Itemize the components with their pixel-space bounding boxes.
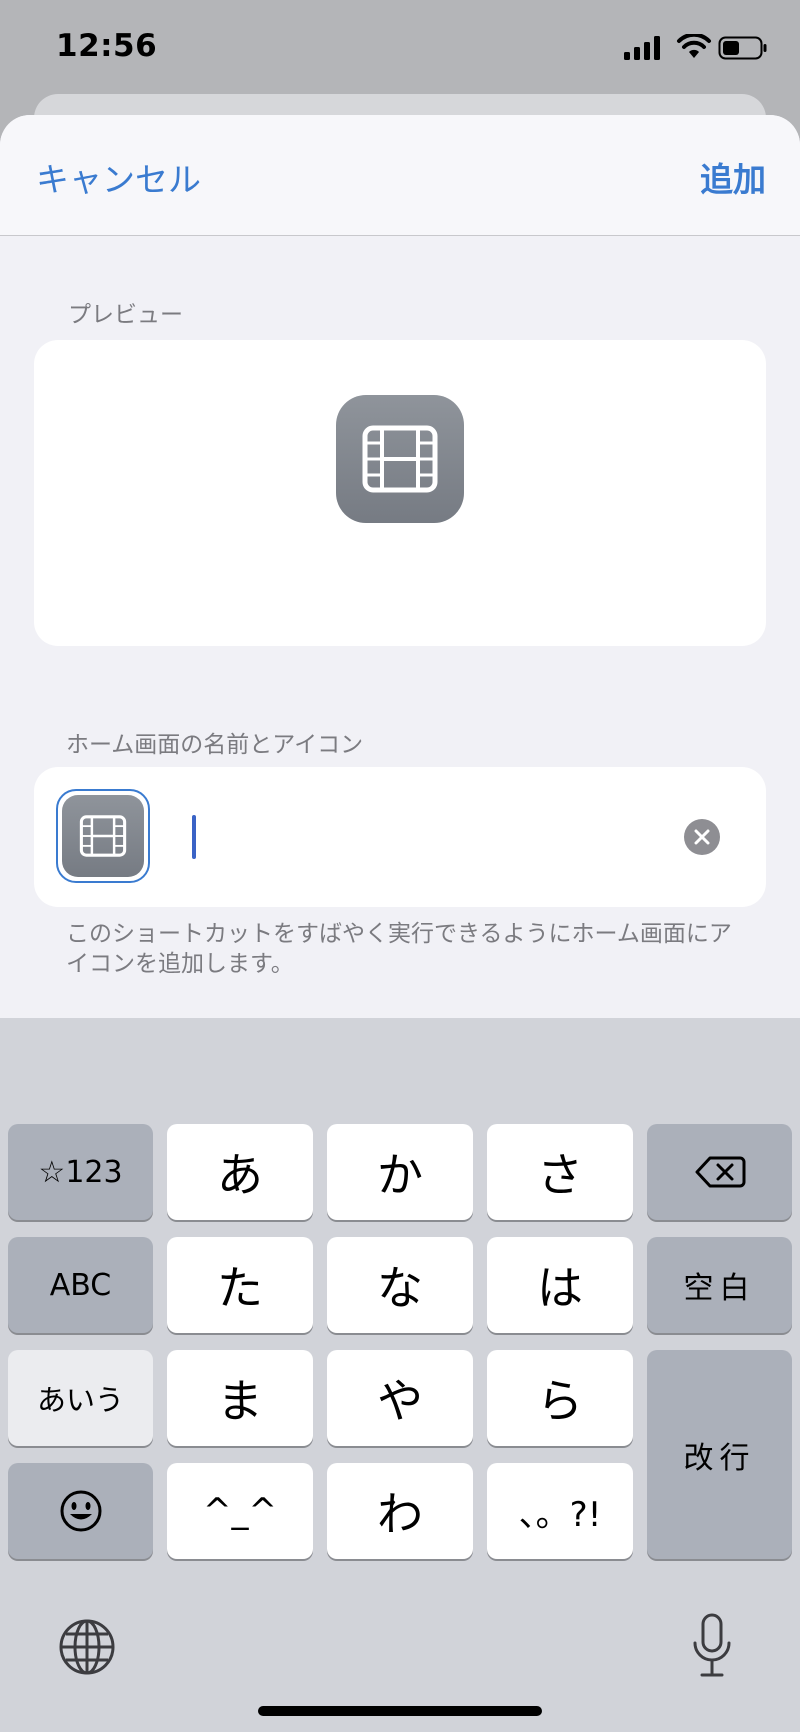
name-and-icon-section-label: ホーム画面の名前とアイコン <box>66 732 364 758</box>
text-cursor <box>192 815 196 859</box>
key-emoji[interactable] <box>8 1463 153 1559</box>
close-icon <box>694 829 710 845</box>
globe-button[interactable] <box>58 1618 116 1680</box>
emoji-icon <box>60 1490 101 1532</box>
japanese-kana-keyboard: ☆123 あ か さ ABC た な は 空白 あいう ま や ら 改行 ^_^… <box>0 1018 800 1732</box>
key-punctuation[interactable]: 、。?! <box>487 1463 633 1559</box>
key-kaomoji[interactable]: ^_^ <box>167 1463 313 1559</box>
key-ta[interactable]: た <box>167 1237 313 1333</box>
icon-picker-button[interactable] <box>56 789 150 883</box>
key-sa[interactable]: さ <box>487 1124 633 1220</box>
add-button[interactable]: 追加 <box>700 153 766 201</box>
cancel-button[interactable]: キャンセル <box>36 153 201 201</box>
add-to-home-sheet: キャンセル 追加 プレビュー ホーム画面の名前とアイコン このショートカットをす… <box>0 115 800 1135</box>
globe-icon <box>59 1619 115 1675</box>
film-icon <box>362 425 438 493</box>
name-section-description: このショートカットをすばやく実行できるようにホーム画面にアイコンを追加します。 <box>66 921 732 977</box>
wifi-icon <box>677 34 711 58</box>
dictation-button[interactable] <box>692 1613 732 1683</box>
backspace-icon <box>695 1156 745 1188</box>
film-icon <box>79 815 127 857</box>
key-numbers-symbols[interactable]: ☆123 <box>8 1124 153 1220</box>
key-abc[interactable]: ABC <box>8 1237 153 1333</box>
preview-app-icon <box>336 395 464 523</box>
key-ka[interactable]: か <box>327 1124 473 1220</box>
navigation-bar: キャンセル 追加 <box>0 115 800 236</box>
key-wa[interactable]: わ <box>327 1463 473 1559</box>
home-indicator[interactable] <box>258 1706 542 1716</box>
key-ya[interactable]: や <box>327 1350 473 1446</box>
key-ma[interactable]: ま <box>167 1350 313 1446</box>
key-hiragana-mode[interactable]: あいう <box>8 1350 153 1446</box>
key-ra[interactable]: ら <box>487 1350 633 1446</box>
key-space[interactable]: 空白 <box>647 1237 792 1333</box>
clear-text-button[interactable] <box>684 819 720 855</box>
name-and-icon-card <box>34 767 766 907</box>
key-na[interactable]: な <box>327 1237 473 1333</box>
key-delete[interactable] <box>647 1124 792 1220</box>
shortcut-name-input[interactable] <box>186 807 670 869</box>
battery-icon <box>718 36 767 60</box>
key-a[interactable]: あ <box>167 1124 313 1220</box>
preview-card <box>34 340 766 646</box>
cellular-signal-icon <box>624 36 660 60</box>
key-ha[interactable]: は <box>487 1237 633 1333</box>
selected-app-icon <box>62 795 144 877</box>
key-return[interactable]: 改行 <box>647 1350 792 1559</box>
preview-section-label: プレビュー <box>68 302 183 328</box>
microphone-icon <box>693 1613 731 1677</box>
status-time: 12:56 <box>56 28 158 64</box>
